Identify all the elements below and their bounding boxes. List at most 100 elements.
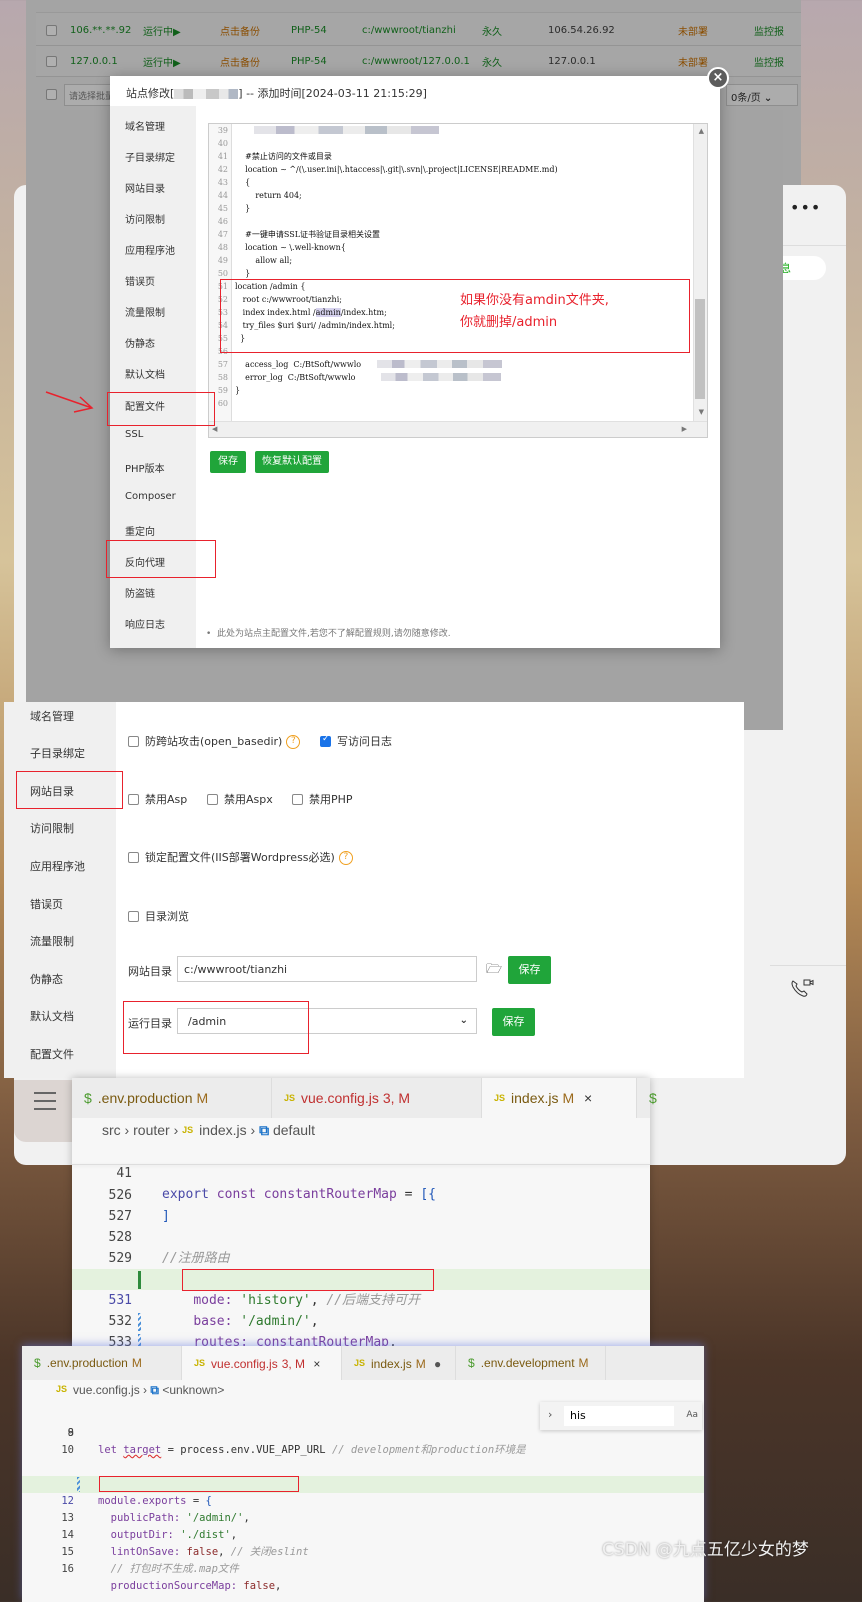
more-icon[interactable]: •••: [790, 198, 821, 217]
tab-overflow[interactable]: $: [637, 1078, 657, 1118]
sidebar-item-error-page[interactable]: 错误页: [30, 896, 63, 912]
save-site-dir-button[interactable]: 保存: [508, 956, 551, 984]
sidebar-item-domain[interactable]: 域名管理: [30, 708, 74, 724]
breadcrumb-item[interactable]: <unknown>: [162, 1383, 224, 1397]
site-status[interactable]: 运行中▶: [143, 54, 181, 69]
sidebar-item-composer[interactable]: Composer: [125, 491, 176, 502]
table-row[interactable]: 127.0.0.1 运行中▶ 点击备份 PHP-54 c:/wwwroot/12…: [36, 46, 801, 77]
sidebar-item-response-log[interactable]: 响应日志: [125, 616, 165, 631]
scroll-down-icon[interactable]: ▼: [699, 408, 704, 416]
scroll-left-icon[interactable]: ◀: [212, 425, 217, 433]
backup-link[interactable]: 点击备份: [220, 54, 260, 69]
sidebar-item-config-file[interactable]: 配置文件: [30, 1046, 74, 1062]
deploy-status[interactable]: 未部署: [678, 54, 708, 69]
site-status[interactable]: 运行中▶: [143, 23, 181, 38]
vertical-scrollbar[interactable]: ▲ ▼: [693, 124, 707, 422]
tab-env-development[interactable]: $ .env.development M: [456, 1346, 606, 1380]
chevron-right-icon[interactable]: ›: [548, 1408, 552, 1421]
backup-link[interactable]: 点击备份: [220, 23, 260, 38]
sidebar-item-rewrite[interactable]: 伪静态: [30, 971, 63, 987]
breadcrumb-item[interactable]: index.js: [199, 1122, 246, 1138]
help-icon[interactable]: ?: [338, 851, 353, 865]
checkbox-disable-asp[interactable]: [128, 793, 139, 805]
table-row[interactable]: 106.**.**.92 运行中▶ 点击备份 PHP-54 c:/wwwroot…: [36, 15, 801, 46]
site-path[interactable]: c:/wwwroot/127.0.0.1: [362, 56, 470, 67]
option-disable-asp[interactable]: 禁用Asp: [128, 791, 187, 807]
tab-env-production[interactable]: $ .env.production M: [22, 1346, 182, 1380]
help-icon[interactable]: ?: [286, 735, 301, 749]
site-dir-input[interactable]: c:/wwwroot/tianzhi: [177, 956, 477, 982]
site-name[interactable]: 106.**.**.92: [70, 25, 131, 36]
folder-icon[interactable]: 🗁: [486, 960, 502, 982]
php-version[interactable]: PHP-54: [291, 56, 327, 67]
sidebar-item-app-pool[interactable]: 应用程序池: [125, 242, 175, 257]
option-access-log[interactable]: 写访问日志: [320, 733, 392, 749]
breadcrumb-item[interactable]: default: [273, 1122, 315, 1138]
breadcrumb-item[interactable]: src: [102, 1122, 121, 1138]
monitor-link[interactable]: 监控报: [754, 54, 784, 69]
sidebar-item-traffic[interactable]: 流量限制: [125, 304, 165, 319]
close-icon[interactable]: ×: [707, 67, 729, 89]
option-open-basedir[interactable]: 防跨站攻击(open_basedir)?: [128, 733, 301, 749]
tab-vue-config[interactable]: JS vue.config.js 3, M: [272, 1078, 482, 1118]
save-run-dir-button[interactable]: 保存: [492, 1008, 535, 1036]
sidebar-item-default-doc[interactable]: 默认文档: [30, 1008, 74, 1024]
expire[interactable]: 永久: [482, 23, 502, 38]
breadcrumb-item[interactable]: vue.config.js: [73, 1383, 140, 1397]
sidebar-item-domain[interactable]: 域名管理: [125, 118, 165, 133]
horizontal-scrollbar[interactable]: ◀ ▶: [209, 421, 707, 437]
checkbox-disable-aspx[interactable]: [207, 793, 218, 805]
sidebar-item-access-limit[interactable]: 访问限制: [125, 211, 165, 226]
per-page-select[interactable]: 0条/页 ⌄: [726, 84, 798, 106]
expire[interactable]: 永久: [482, 54, 502, 69]
sidebar-item-site-dir[interactable]: 网站目录: [125, 180, 165, 195]
scroll-up-icon[interactable]: ▲: [699, 127, 704, 135]
restore-default-button[interactable]: 恢复默认配置: [255, 451, 329, 473]
checkbox-lock-config[interactable]: [128, 851, 139, 863]
select-all-checkbox[interactable]: [46, 89, 57, 100]
phone-video-icon[interactable]: [790, 978, 814, 998]
option-disable-aspx[interactable]: 禁用Aspx: [207, 791, 273, 807]
match-case-toggle[interactable]: Aa: [686, 1410, 698, 1420]
save-button[interactable]: 保存: [210, 451, 246, 473]
sidebar-item-rewrite[interactable]: 伪静态: [125, 335, 155, 350]
sidebar-item-access-limit[interactable]: 访问限制: [30, 820, 74, 836]
close-tab-icon[interactable]: ×: [584, 1090, 592, 1106]
option-dir-browse[interactable]: 目录浏览: [128, 908, 189, 924]
sidebar-item-default-doc[interactable]: 默认文档: [125, 366, 165, 381]
hamburger-menu-icon[interactable]: [34, 1092, 56, 1116]
sidebar-item-subdir[interactable]: 子目录绑定: [30, 745, 85, 761]
scroll-right-icon[interactable]: ▶: [682, 425, 687, 433]
tab-vue-config[interactable]: JS vue.config.js 3, M ×: [182, 1346, 342, 1380]
option-disable-php[interactable]: 禁用PHP: [292, 791, 353, 807]
scroll-thumb[interactable]: [695, 299, 705, 399]
sidebar-item-traffic[interactable]: 流量限制: [30, 933, 74, 949]
find-input[interactable]: his: [564, 1406, 674, 1426]
row-checkbox[interactable]: [46, 55, 57, 67]
site-path[interactable]: c:/wwwroot/tianzhi: [362, 25, 456, 36]
deploy-status[interactable]: 未部署: [678, 23, 708, 38]
breadcrumb-item[interactable]: router: [133, 1122, 170, 1138]
config-note-text: 此处为站点主配置文件,若您不了解配置规则,请勿随意修改.: [217, 629, 451, 639]
tab-env-production[interactable]: $ .env.production M: [72, 1078, 272, 1118]
checkbox-open-basedir[interactable]: [128, 735, 139, 747]
sidebar-item-app-pool[interactable]: 应用程序池: [30, 858, 85, 874]
sidebar-item-error-page[interactable]: 错误页: [125, 273, 155, 288]
close-tab-icon[interactable]: ×: [313, 1357, 320, 1371]
sidebar-item-php-version[interactable]: PHP版本: [125, 460, 165, 475]
sidebar-item-subdir[interactable]: 子目录绑定: [125, 149, 175, 164]
row-checkbox[interactable]: [46, 24, 57, 36]
tab-index-js[interactable]: JS index.js M ×: [482, 1078, 637, 1118]
site-name[interactable]: 127.0.0.1: [70, 56, 118, 67]
sidebar-item-hotlink[interactable]: 防盗链: [125, 585, 155, 600]
monitor-link[interactable]: 监控报: [754, 23, 784, 38]
tab-index-js[interactable]: JS index.js M ●: [342, 1346, 456, 1380]
checkbox-access-log[interactable]: [320, 734, 331, 747]
option-lock-config[interactable]: 锁定配置文件(IIS部署Wordpress必选)?: [128, 849, 353, 865]
checkbox-disable-php[interactable]: [292, 793, 303, 805]
sidebar-item-redirect[interactable]: 重定向: [125, 523, 155, 538]
unsaved-dot-icon[interactable]: ●: [434, 1357, 441, 1371]
checkbox-dir-browse[interactable]: [128, 910, 139, 922]
sidebar-item-ssl[interactable]: SSL: [125, 429, 143, 440]
php-version[interactable]: PHP-54: [291, 25, 327, 36]
